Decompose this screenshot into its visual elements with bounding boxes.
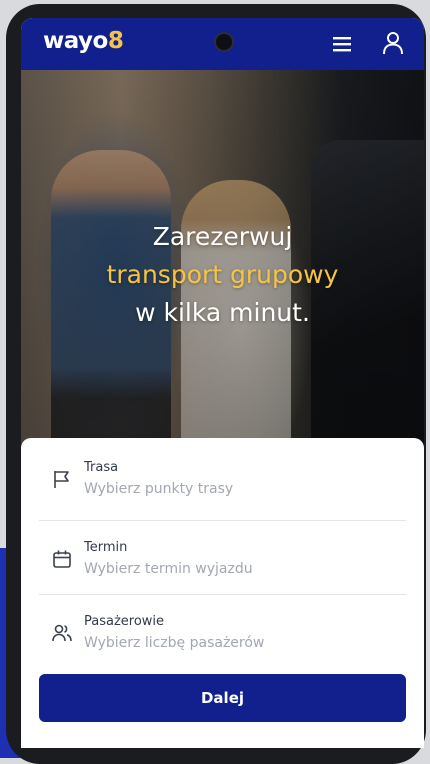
- hero-line-2: transport grupowy: [106, 260, 339, 289]
- next-button[interactable]: Dalej: [39, 674, 406, 722]
- flag-icon: [54, 471, 69, 488]
- front-camera: [214, 32, 234, 52]
- app-screen: wayo8 Zarezerwuj transport grupowy w kil…: [21, 18, 424, 748]
- passengers-placeholder: Wybierz liczbę pasażerów: [84, 635, 265, 651]
- hamburger-menu-icon[interactable]: [331, 34, 353, 54]
- date-field[interactable]: Termin Wybierz termin wyjazdu: [39, 518, 406, 592]
- hero-headline: Zarezerwuj transport grupowy w kilka min…: [21, 218, 424, 332]
- wayo-logo[interactable]: wayo8: [43, 28, 124, 54]
- route-label: Trasa: [84, 460, 119, 475]
- date-label: Termin: [84, 540, 128, 555]
- booking-form-card: Trasa Wybierz punkty trasy Termin Wybier…: [21, 438, 424, 748]
- top-nav-bar: wayo8: [21, 18, 424, 70]
- logo-text: wayo: [43, 28, 108, 54]
- logo-accent: 8: [107, 28, 124, 54]
- calendar-icon: [53, 550, 71, 568]
- route-placeholder: Wybierz punkty trasy: [84, 481, 234, 497]
- passengers-field[interactable]: Pasażerowie Wybierz liczbę pasażerów: [39, 592, 406, 666]
- passengers-label: Pasażerowie: [84, 614, 165, 629]
- users-icon: [52, 624, 72, 642]
- route-field[interactable]: Trasa Wybierz punkty trasy: [39, 438, 406, 512]
- hero-section: Zarezerwuj transport grupowy w kilka min…: [21, 70, 424, 460]
- user-account-icon[interactable]: [381, 30, 405, 56]
- date-placeholder: Wybierz termin wyjazdu: [84, 561, 253, 577]
- hero-line-1: Zarezerwuj: [152, 222, 293, 251]
- hero-line-3: w kilka minut.: [135, 298, 310, 327]
